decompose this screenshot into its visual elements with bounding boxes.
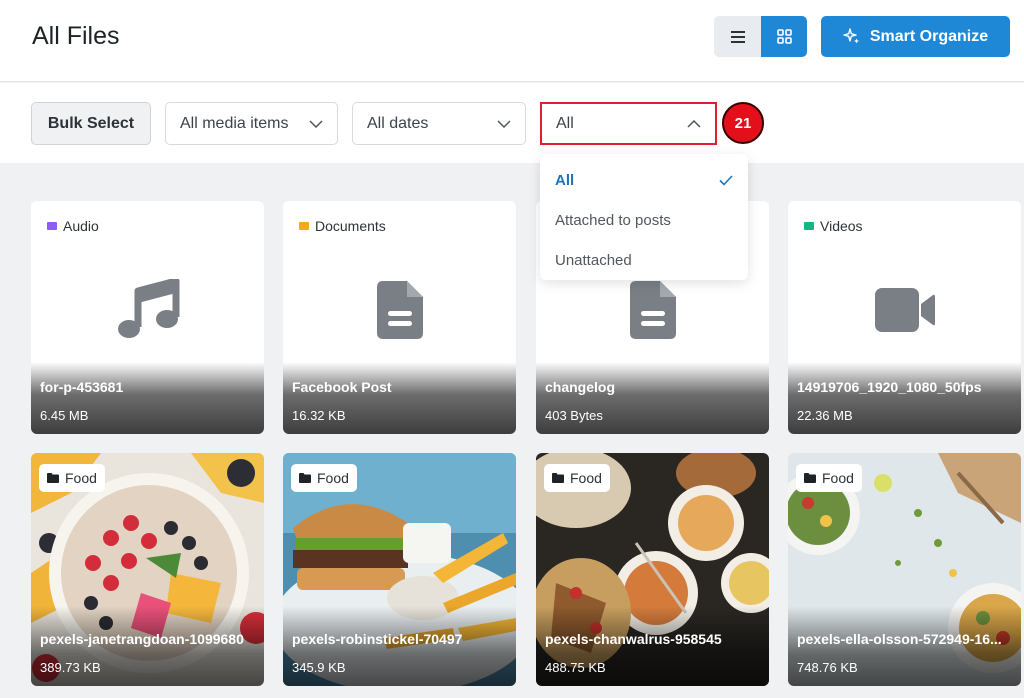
dropdown-option-all[interactable]: All xyxy=(540,160,748,200)
category-label: Documents xyxy=(315,218,386,234)
folder-icon xyxy=(47,222,57,230)
image-card[interactable]: Food pexels-janetrangdoan-1099680 389.73… xyxy=(31,453,264,686)
option-label: Unattached xyxy=(555,251,632,269)
folder-icon xyxy=(804,222,814,230)
category-label: Food xyxy=(317,470,349,486)
option-label: All xyxy=(555,171,575,189)
file-card[interactable]: Audio for-p-453681 6.45 MB xyxy=(31,201,264,434)
list-icon xyxy=(730,30,745,43)
folder-icon xyxy=(47,473,59,483)
folder-icon xyxy=(299,473,311,483)
view-toggle xyxy=(714,16,807,57)
file-name: pexels-robinstickel-70497 xyxy=(292,631,463,647)
category-tag: Food xyxy=(39,464,105,492)
file-size: 6.45 MB xyxy=(40,408,89,423)
image-card[interactable]: Food pexels-chanwalrus-958545 488.75 KB xyxy=(536,453,769,686)
folder-icon xyxy=(804,473,816,483)
media-type-value: All media items xyxy=(180,114,289,132)
category-label: Audio xyxy=(63,218,99,234)
file-name: pexels-ella-olsson-572949-16... xyxy=(797,631,1002,647)
file-name: Facebook Post xyxy=(292,379,392,395)
bulk-select-button[interactable]: Bulk Select xyxy=(31,102,151,145)
category-label: Food xyxy=(570,470,602,486)
media-type-select[interactable]: All media items xyxy=(165,102,338,145)
file-size: 16.32 KB xyxy=(292,408,346,423)
grid-view-button[interactable] xyxy=(761,16,807,57)
chevron-down-icon xyxy=(309,119,323,128)
checkmark-icon xyxy=(719,174,733,186)
video-camera-icon xyxy=(874,287,935,332)
category-tag: Audio xyxy=(39,212,107,240)
grid-icon xyxy=(776,29,792,44)
option-label: Attached to posts xyxy=(555,211,671,229)
category-label: Food xyxy=(822,470,854,486)
music-note-icon xyxy=(117,278,179,338)
file-card[interactable]: Videos 14919706_1920_1080_50fps 22.36 MB xyxy=(788,201,1021,434)
sparkle-icon xyxy=(843,28,859,44)
filter-toolbar: Bulk Select All media items All dates Al… xyxy=(0,83,1024,163)
file-name: for-p-453681 xyxy=(40,379,124,395)
smart-organize-button[interactable]: Smart Organize xyxy=(821,16,1010,57)
folder-icon xyxy=(299,222,309,230)
attachment-dropdown-menu: All Attached to posts Unattached xyxy=(540,154,748,280)
category-tag: Videos xyxy=(796,212,871,240)
attachment-select[interactable]: All xyxy=(540,102,717,145)
category-tag: Food xyxy=(796,464,862,492)
file-name: changelog xyxy=(545,379,616,395)
page-header: All Files Smart Organize xyxy=(0,0,1024,82)
date-select[interactable]: All dates xyxy=(352,102,526,145)
image-card[interactable]: Food pexels-robinstickel-70497 345.9 KB xyxy=(283,453,516,686)
chevron-down-icon xyxy=(497,119,511,128)
file-size: 488.75 KB xyxy=(545,660,606,675)
file-card[interactable]: Documents Facebook Post 16.32 KB xyxy=(283,201,516,434)
file-name: pexels-chanwalrus-958545 xyxy=(545,631,722,647)
step-badge: 21 xyxy=(722,102,764,144)
list-view-button[interactable] xyxy=(714,16,761,57)
category-label: Videos xyxy=(820,218,863,234)
file-size: 403 Bytes xyxy=(545,408,603,423)
date-value: All dates xyxy=(367,114,429,132)
file-name: 14919706_1920_1080_50fps xyxy=(797,379,982,395)
file-size: 748.76 KB xyxy=(797,660,858,675)
folder-icon xyxy=(552,473,564,483)
file-name: pexels-janetrangdoan-1099680 xyxy=(40,631,244,647)
image-card[interactable]: Food pexels-ella-olsson-572949-16... 748… xyxy=(788,453,1021,686)
smart-organize-label: Smart Organize xyxy=(869,27,989,45)
category-label: Food xyxy=(65,470,97,486)
document-icon xyxy=(629,280,676,339)
category-tag: Food xyxy=(544,464,610,492)
dropdown-option-attached[interactable]: Attached to posts xyxy=(540,200,748,240)
category-tag: Food xyxy=(291,464,357,492)
dropdown-option-unattached[interactable]: Unattached xyxy=(540,240,748,280)
file-size: 22.36 MB xyxy=(797,408,853,423)
file-size: 389.73 KB xyxy=(40,660,101,675)
attachment-value: All xyxy=(556,114,574,132)
page-title: All Files xyxy=(32,22,120,50)
document-icon xyxy=(376,280,423,339)
file-size: 345.9 KB xyxy=(292,660,346,675)
chevron-up-icon xyxy=(687,119,701,128)
category-tag: Documents xyxy=(291,212,394,240)
